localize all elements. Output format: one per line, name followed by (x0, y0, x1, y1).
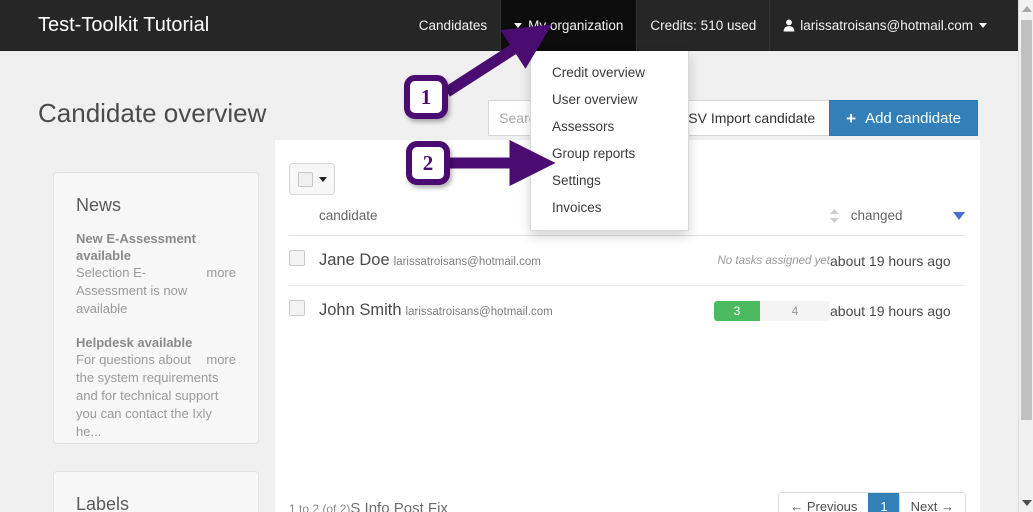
nav-item-my-organization[interactable]: My organization (500, 0, 637, 51)
news-item-body-text: Selection E-Assessment is now available (76, 265, 188, 316)
select-all-checkbox[interactable] (297, 171, 313, 187)
nav-item-user-menu[interactable]: larissatroisans@hotmail.com (769, 0, 1000, 51)
candidate-name: John Smith (319, 301, 402, 320)
news-item-body: more Selection E-Assessment is now avail… (76, 264, 236, 318)
csv-import-label: CSV Import candidate (678, 110, 816, 126)
table-info-suffix: S Info Post Fix (350, 500, 448, 512)
task-progress-bar: 3 4 (714, 300, 830, 321)
page-scrollbar[interactable] (1018, 0, 1033, 512)
navbar-links: Candidates My organization Credits: 510 … (406, 0, 1000, 51)
news-item-headline: Helpdesk available (76, 335, 193, 350)
nav-item-candidates-label: Candidates (418, 18, 488, 33)
nav-item-my-organization-label: My organization (528, 18, 624, 33)
news-item-body-text: For questions about the system requireme… (76, 352, 219, 439)
top-navbar: Test-Toolkit Tutorial Candidates My orga… (0, 0, 1018, 51)
news-item-headline: New E-Assessment available (76, 231, 196, 263)
pagination-next[interactable]: Next → (898, 493, 965, 512)
row-checkbox[interactable] (289, 250, 305, 267)
candidate-name: Jane Doe (319, 251, 390, 270)
table-row[interactable]: Jane Doe larissatroisans@hotmail.com No t… (289, 235, 965, 287)
add-candidate-button[interactable]: + Add candidate (829, 100, 978, 136)
application-root: Test-Toolkit Tutorial Candidates My orga… (0, 0, 1018, 512)
labels-card-title: Labels (76, 494, 130, 512)
nav-item-credits[interactable]: Credits: 510 used (636, 0, 769, 51)
row-checkbox[interactable] (289, 300, 305, 317)
annotation-badge-1: 1 (404, 75, 448, 119)
row-changed-cell: about 19 hours ago (830, 235, 965, 287)
nav-item-candidates[interactable]: Candidates (406, 0, 500, 51)
task-progress-done: 3 (714, 300, 760, 321)
menu-item-group-reports[interactable]: Group reports (531, 140, 688, 167)
sort-descending-icon[interactable] (953, 212, 965, 220)
pagination-page-1[interactable]: 1 (868, 493, 899, 512)
brand-title: Test-Toolkit Tutorial (38, 14, 210, 36)
add-candidate-label: Add candidate (865, 109, 961, 127)
page-title: Candidate overview (38, 98, 267, 128)
row-checkbox-cell (289, 286, 319, 336)
nav-item-user-label: larissatroisans@hotmail.com (800, 18, 973, 33)
candidate-table-body: Jane Doe larissatroisans@hotmail.com No t… (289, 235, 965, 336)
nav-item-credits-label: Credits: 510 used (650, 18, 757, 33)
scrollbar-thumb[interactable] (1021, 20, 1032, 420)
news-card: News New E-Assessment available more Sel… (53, 172, 259, 444)
menu-item-user-overview[interactable]: User overview (531, 86, 688, 113)
user-icon (783, 19, 795, 32)
column-header-candidate-label: candidate (319, 208, 378, 224)
bulk-select-dropdown[interactable] (289, 163, 335, 195)
plus-icon: + (846, 108, 857, 128)
my-organization-dropdown-menu: Credit overview User overview Assessors … (530, 51, 689, 231)
no-tasks-label: No tasks assigned yet (717, 254, 830, 267)
news-more-link[interactable]: more (206, 351, 236, 369)
menu-item-assessors[interactable]: Assessors (531, 113, 688, 140)
task-progress-total: 4 (760, 300, 830, 321)
column-header-checkbox (289, 208, 319, 237)
news-item: New E-Assessment available more Selectio… (76, 230, 236, 318)
caret-down-icon (514, 23, 523, 28)
news-more-link[interactable]: more (206, 264, 236, 282)
menu-item-credit-overview[interactable]: Credit overview (531, 59, 688, 86)
row-tasks-cell: No tasks assigned yet (680, 235, 830, 287)
table-row[interactable]: John Smith larissatroisans@hotmail.com 3 … (289, 286, 965, 336)
scroll-down-arrow-icon[interactable] (1022, 500, 1032, 506)
menu-item-settings[interactable]: Settings (531, 167, 688, 194)
table-info-range: 1 to 2 (of 2) (289, 502, 351, 512)
column-header-changed[interactable]: changed (830, 208, 965, 237)
news-item: Helpdesk available more For questions ab… (76, 334, 236, 441)
annotation-badge-2: 2 (406, 141, 450, 185)
labels-card: Labels (53, 471, 259, 512)
column-header-tasks (680, 208, 830, 237)
row-checkbox-cell (289, 235, 319, 287)
pagination: ← Previous 1 Next → (778, 492, 966, 512)
row-tasks-cell: 3 4 (680, 286, 830, 336)
row-candidate-cell: Jane Doe larissatroisans@hotmail.com (319, 235, 680, 287)
news-card-title: News (76, 195, 122, 215)
news-item-body: more For questions about the system requ… (76, 351, 236, 441)
row-candidate-cell: John Smith larissatroisans@hotmail.com (319, 286, 680, 336)
sort-updown-icon[interactable] (830, 209, 839, 224)
scroll-up-arrow-icon[interactable] (1022, 6, 1032, 12)
candidate-email: larissatroisans@hotmail.com (393, 256, 541, 269)
menu-item-invoices[interactable]: Invoices (531, 194, 688, 221)
table-info: 1 to 2 (of 2)S Info Post Fix (289, 500, 448, 512)
row-changed-cell: about 19 hours ago (830, 302, 951, 319)
column-header-changed-label: changed (850, 208, 903, 223)
pagination-previous[interactable]: ← Previous (779, 493, 869, 512)
chevron-down-icon (979, 23, 987, 28)
news-list: New E-Assessment available more Selectio… (54, 216, 258, 441)
candidate-email: larissatroisans@hotmail.com (405, 306, 553, 319)
chevron-down-icon (318, 176, 327, 182)
